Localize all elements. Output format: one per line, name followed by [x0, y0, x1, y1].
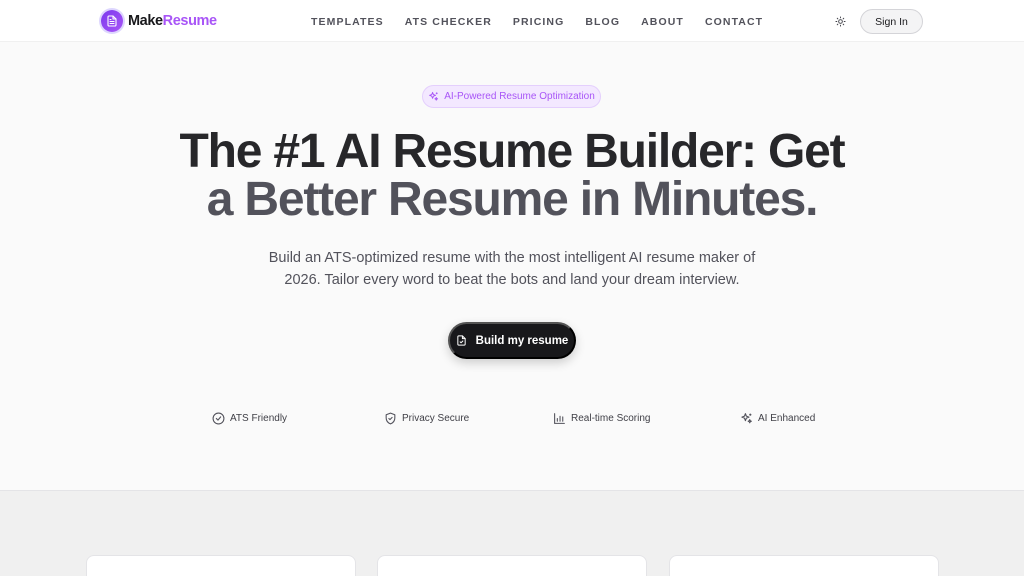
nav-link-ats-checker[interactable]: ATS CHECKER — [405, 16, 492, 28]
nav-link-contact[interactable]: CONTACT — [705, 16, 763, 28]
feature-realtime-scoring: Real-time Scoring — [553, 412, 650, 425]
feature-label: ATS Friendly — [230, 413, 288, 424]
sign-in-button[interactable]: Sign In — [860, 9, 923, 34]
document-icon — [101, 10, 123, 32]
hero-subtitle-line2: 2026. Tailor every word to beat the bots… — [284, 272, 740, 288]
feature-ai-enhanced: AI Enhanced — [740, 412, 815, 425]
preview-card — [86, 555, 356, 576]
hero-subtitle: Build an ATS-optimized resume with the m… — [262, 247, 762, 291]
brand-logo[interactable]: MakeResume — [101, 10, 217, 32]
top-navbar: MakeResume TEMPLATES ATS CHECKER PRICING… — [0, 0, 1024, 42]
bar-chart-icon — [554, 413, 565, 424]
brand-name-part2: Resume — [162, 13, 217, 29]
hero-title-line1: The #1 AI Resume Builder: Get — [179, 125, 846, 178]
build-resume-button[interactable]: Build my resume — [448, 322, 576, 359]
shield-icon — [385, 412, 396, 425]
nav-link-blog[interactable]: BLOG — [585, 16, 620, 28]
feature-ats-friendly: ATS Friendly — [212, 412, 287, 425]
feature-label: Real-time Scoring — [571, 413, 651, 424]
nav-link-pricing[interactable]: PRICING — [513, 16, 564, 28]
hero-title-line2: a Better Resume in Minutes. — [206, 173, 819, 226]
sparkles-icon — [429, 91, 439, 101]
brand-name-part1: Make — [128, 13, 163, 29]
hero-badge: AI-Powered Resume Optimization — [422, 85, 601, 108]
check-circle-icon — [212, 412, 225, 425]
sun-icon — [834, 15, 846, 27]
hero-subtitle-line1: Build an ATS-optimized resume with the m… — [268, 250, 756, 266]
preview-card — [377, 555, 647, 576]
nav-link-templates[interactable]: TEMPLATES — [311, 16, 384, 28]
preview-card — [669, 555, 939, 576]
build-resume-label: Build my resume — [475, 334, 569, 347]
brand-name: MakeResume — [128, 13, 217, 29]
theme-toggle-button[interactable] — [832, 13, 848, 29]
hero-badge-label: AI-Powered Resume Optimization — [444, 91, 595, 102]
hero-title: The #1 AI Resume Builder: Get a Better R… — [0, 128, 1024, 224]
feature-label: Privacy Secure — [402, 413, 470, 424]
nav-links: TEMPLATES ATS CHECKER PRICING BLOG ABOUT… — [311, 16, 784, 28]
nav-link-about[interactable]: ABOUT — [641, 16, 684, 28]
file-icon — [456, 335, 466, 346]
feature-label: AI Enhanced — [758, 413, 816, 424]
feature-privacy-secure: Privacy Secure — [384, 412, 469, 425]
sparkles-icon — [741, 413, 752, 424]
